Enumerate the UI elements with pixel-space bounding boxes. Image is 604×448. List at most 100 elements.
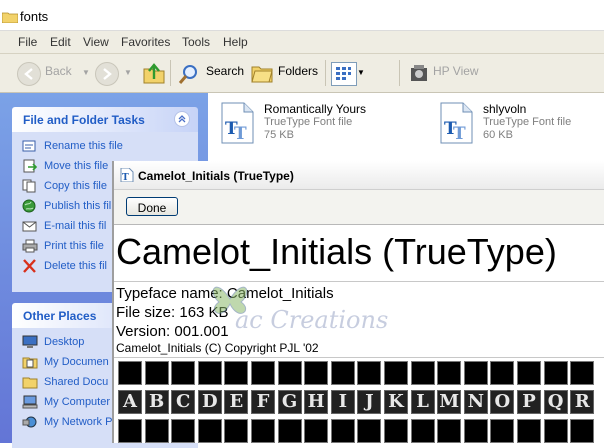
back-dropdown-icon[interactable]: ▼ xyxy=(82,68,90,77)
watermark-text: ac Creations xyxy=(235,306,389,334)
folder-icon xyxy=(2,12,18,23)
sample-blank-cell xyxy=(490,361,515,385)
hp-view-button[interactable]: HP View xyxy=(433,64,479,78)
task-rename[interactable]: Rename this file xyxy=(22,139,123,157)
sample-row-blank xyxy=(118,361,604,387)
sample-blank-cell xyxy=(304,361,329,385)
sample-blank-cell xyxy=(384,361,408,385)
sample-glyph: A xyxy=(118,390,142,414)
folders-icon[interactable] xyxy=(251,63,273,83)
place-my-documents[interactable]: My Documen xyxy=(22,355,109,373)
sample-glyph: I xyxy=(330,390,355,414)
sample-glyph: Q xyxy=(543,390,568,414)
done-button[interactable]: Done xyxy=(126,197,178,216)
sample-blank-cell xyxy=(197,419,222,443)
sample-glyph: F xyxy=(251,390,275,414)
sample-row-blank xyxy=(118,419,604,445)
file-type: TrueType Font file xyxy=(264,116,353,128)
font-viewer-toolbar: Done xyxy=(114,190,604,225)
sample-blank-cell xyxy=(224,419,249,443)
toolbar-separator xyxy=(170,60,171,86)
svg-text:T: T xyxy=(234,124,247,144)
file-size: 75 KB xyxy=(264,129,294,141)
task-publish[interactable]: Publish this fil xyxy=(22,199,111,217)
place-my-computer[interactable]: My Computer xyxy=(22,395,110,413)
truetype-font-icon: T T xyxy=(221,102,254,144)
task-delete[interactable]: Delete this fil xyxy=(22,259,107,277)
file-name: shlyvoln xyxy=(483,102,527,116)
sample-blank-cell xyxy=(463,419,488,443)
panel-title: File and Folder Tasks xyxy=(23,113,145,127)
sample-blank-cell xyxy=(570,361,595,385)
hp-view-icon[interactable] xyxy=(408,62,430,84)
truetype-font-icon: T T xyxy=(440,102,473,144)
sample-row-letters: ABCDEFGHIJKLMNOPQR xyxy=(118,390,604,416)
font-heading: Camelot_Initials (TrueType) xyxy=(116,231,557,272)
watermark: ac Creations xyxy=(205,274,389,344)
views-button[interactable] xyxy=(331,62,357,86)
forward-arrow-icon[interactable] xyxy=(95,62,119,86)
rename-icon xyxy=(22,140,36,152)
task-copy[interactable]: Copy this file xyxy=(22,179,107,197)
task-email[interactable]: E-mail this fil xyxy=(22,219,106,237)
menu-edit[interactable]: Edit xyxy=(50,35,71,49)
sample-glyph: E xyxy=(224,390,249,414)
menu-view[interactable]: View xyxy=(83,35,109,49)
sample-blank-cell xyxy=(384,419,408,443)
folders-button[interactable]: Folders xyxy=(278,64,318,78)
sample-glyph: O xyxy=(490,390,515,414)
task-move[interactable]: Move this file xyxy=(22,159,108,177)
menu-tools[interactable]: Tools xyxy=(182,35,210,49)
sample-blank-cell xyxy=(304,419,329,443)
sample-glyph: K xyxy=(384,390,408,414)
divider xyxy=(114,357,604,358)
shared-documents-icon xyxy=(22,377,38,389)
svg-text:T: T xyxy=(122,173,129,182)
sample-blank-cell xyxy=(517,419,541,443)
place-desktop[interactable]: Desktop xyxy=(22,335,84,353)
sample-blank-cell xyxy=(357,419,382,443)
views-dropdown-icon[interactable]: ▼ xyxy=(357,68,365,77)
task-print[interactable]: Print this file xyxy=(22,239,104,257)
sample-blank-cell xyxy=(570,419,595,443)
sample-blank-cell xyxy=(410,419,435,443)
menu-help[interactable]: Help xyxy=(223,35,248,49)
sample-glyph: M xyxy=(437,390,462,414)
file-type: TrueType Font file xyxy=(483,116,572,128)
toolbar: Back ▼ ▼ Search Folders ▼ HP View xyxy=(0,54,604,93)
font-viewer-title-bar[interactable]: T Camelot_Initials (TrueType) xyxy=(114,161,604,190)
font-viewer-title: Camelot_Initials (TrueType) xyxy=(138,169,294,183)
menu-favorites[interactable]: Favorites xyxy=(121,35,170,49)
copy-icon xyxy=(22,179,36,193)
up-folder-icon[interactable] xyxy=(143,61,165,85)
sample-blank-cell xyxy=(463,361,488,385)
sample-blank-cell xyxy=(437,361,462,385)
file-name: Romantically Yours xyxy=(264,102,367,116)
sample-blank-cell xyxy=(118,419,142,443)
forward-dropdown-icon[interactable]: ▼ xyxy=(124,68,132,77)
sample-blank-cell xyxy=(144,361,169,385)
sample-glyph: L xyxy=(410,390,435,414)
sample-blank-cell xyxy=(197,361,222,385)
collapse-chevron-icon[interactable] xyxy=(174,111,190,127)
publish-icon xyxy=(22,199,36,213)
panel-header[interactable]: File and Folder Tasks xyxy=(12,107,198,132)
sample-blank-cell xyxy=(357,361,382,385)
explorer-title-bar: fonts xyxy=(0,0,604,31)
sample-blank-cell xyxy=(251,361,275,385)
place-shared-documents[interactable]: Shared Docu xyxy=(22,375,108,393)
back-arrow-icon[interactable] xyxy=(17,62,41,86)
views-icon xyxy=(336,67,351,80)
menu-file[interactable]: File xyxy=(18,35,37,49)
sample-blank-cell xyxy=(277,361,302,385)
sample-blank-cell xyxy=(410,361,435,385)
search-icon[interactable] xyxy=(178,63,200,85)
place-my-network[interactable]: My Network P xyxy=(22,415,112,433)
sample-blank-cell xyxy=(144,419,169,443)
desktop-icon xyxy=(22,335,38,348)
back-button[interactable]: Back xyxy=(45,64,72,78)
email-icon xyxy=(22,221,37,232)
font-file-icon: T xyxy=(120,168,134,182)
toolbar-separator xyxy=(399,60,400,86)
search-button[interactable]: Search xyxy=(206,64,244,78)
